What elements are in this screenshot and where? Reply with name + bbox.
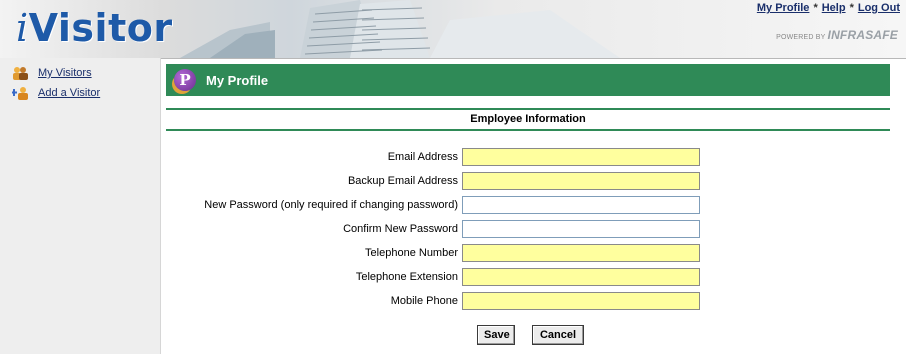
visitors-icon (13, 67, 28, 80)
sidebar-item-my-visitors[interactable]: My Visitors (12, 66, 92, 80)
mobile-field[interactable] (462, 292, 700, 310)
page-title-bar: P My Profile (166, 64, 890, 96)
extension-label: Telephone Extension (355, 271, 458, 283)
link-separator: * (813, 2, 818, 14)
new-password-field[interactable] (462, 196, 700, 214)
form-row-telephone: Telephone Number (166, 244, 890, 264)
profile-icon: P (174, 69, 196, 91)
form-row-mobile: Mobile Phone (166, 292, 890, 312)
telephone-field[interactable] (462, 244, 700, 262)
email-field[interactable] (462, 148, 700, 166)
telephone-label: Telephone Number (365, 247, 458, 259)
page-title: My Profile (206, 72, 269, 88)
form-row-backup-email: Backup Email Address (166, 172, 890, 192)
form-row-new-password: New Password (only required if changing … (166, 196, 890, 216)
sidebar: My Visitors Add a Visitor (0, 58, 161, 354)
infrasafe-logo: INFRASAFE (827, 28, 898, 42)
link-separator: * (849, 2, 854, 14)
new-password-label: New Password (only required if changing … (204, 199, 458, 211)
extension-field[interactable] (462, 268, 700, 286)
log-out-link[interactable]: Log Out (858, 2, 900, 14)
app-header: iVisitor My Profile * Help * Log Out POWERED… (0, 0, 906, 59)
ivisitor-logo: iVisitor (16, 6, 173, 50)
confirm-password-label: Confirm New Password (343, 223, 458, 235)
form-row-email: Email Address (166, 148, 890, 168)
backup-email-field[interactable] (462, 172, 700, 190)
form-row-confirm-password: Confirm New Password (166, 220, 890, 240)
form-row-extension: Telephone Extension (166, 268, 890, 288)
email-label: Email Address (387, 151, 458, 163)
building-banner-image (180, 0, 620, 58)
backup-email-label: Backup Email Address (347, 175, 458, 187)
sidebar-item-label[interactable]: Add a Visitor (38, 87, 100, 99)
sidebar-item-label[interactable]: My Visitors (38, 67, 92, 79)
confirm-password-field[interactable] (462, 220, 700, 238)
powered-by: POWERED BY INFRASAFE (776, 28, 898, 42)
mobile-label: Mobile Phone (390, 295, 458, 307)
section-divider (166, 129, 890, 131)
section-divider (166, 108, 890, 110)
help-link[interactable]: Help (822, 2, 846, 14)
sidebar-item-add-visitor[interactable]: Add a Visitor (12, 86, 100, 100)
my-profile-link[interactable]: My Profile (757, 2, 810, 14)
section-title: Employee Information (470, 113, 586, 125)
save-button[interactable]: Save (477, 325, 515, 345)
add-visitor-icon (12, 87, 28, 100)
cancel-button[interactable]: Cancel (532, 325, 584, 345)
top-links: My Profile * Help * Log Out (757, 2, 900, 14)
